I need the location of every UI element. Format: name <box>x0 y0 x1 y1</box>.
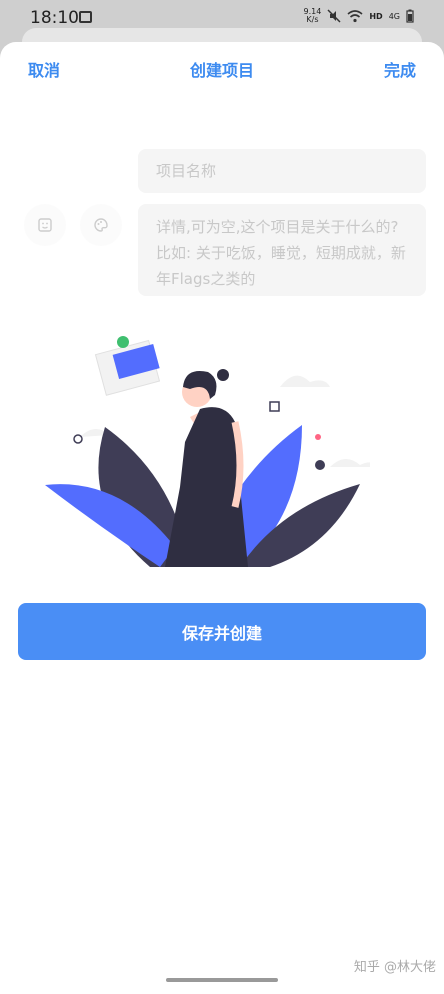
done-button[interactable]: 完成 <box>384 57 416 81</box>
mute-icon <box>327 9 341 23</box>
project-name-input[interactable]: 项目名称 <box>138 149 426 193</box>
palette-icon <box>94 218 108 232</box>
create-project-sheet: 取消 创建项目 完成 项目名称 详情,可为空,这个项目是关于什么的? 比如: 关… <box>0 42 444 994</box>
wifi-icon <box>347 9 363 22</box>
color-picker-button[interactable] <box>80 204 122 246</box>
net-speed: 9.14 K/s <box>304 8 322 24</box>
status-icons: 9.14 K/s HD 4G <box>304 8 414 24</box>
emoji-icon <box>38 218 52 232</box>
status-time: 18:10 <box>30 8 79 28</box>
project-detail-input[interactable]: 详情,可为空,这个项目是关于什么的? 比如: 关于吃饭，睡觉，短期成就，新年Fl… <box>138 204 426 296</box>
page-title: 创建项目 <box>189 61 254 80</box>
watermark: 知乎 @林大佬 <box>353 960 436 975</box>
emoji-picker-button[interactable] <box>24 204 66 246</box>
battery-icon <box>406 9 414 23</box>
save-and-create-button[interactable]: 保存并创建 <box>18 603 426 660</box>
image-icon <box>79 11 92 23</box>
home-indicator[interactable] <box>166 978 278 982</box>
signal-label: 4G <box>388 11 400 21</box>
hd-label: HD <box>369 11 383 21</box>
net-speed-unit: K/s <box>306 15 319 24</box>
project-illustration <box>45 336 370 567</box>
